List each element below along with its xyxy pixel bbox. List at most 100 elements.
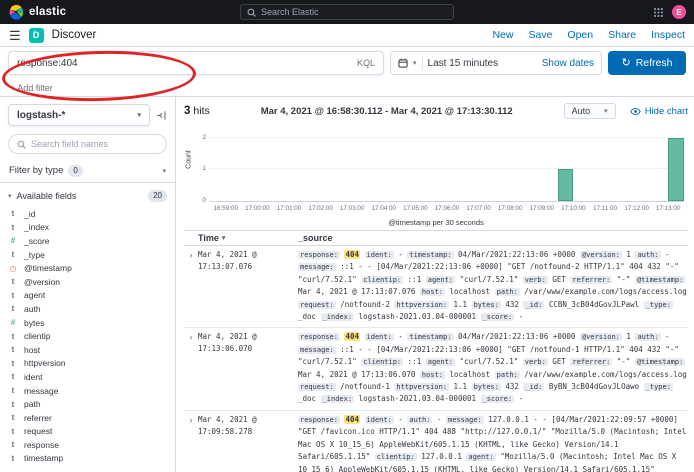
hits-count: 3	[184, 105, 190, 117]
field-item-auth[interactable]: tauth	[8, 302, 167, 316]
field-item-clientip[interactable]: tclientip	[8, 329, 167, 343]
source-field-value: 432	[505, 382, 519, 391]
time-range-label[interactable]: Last 15 minutes	[428, 58, 499, 69]
field-item-_id[interactable]: t_id	[8, 207, 167, 221]
date-picker[interactable]: ▾ Last 15 minutes Show dates	[390, 51, 602, 75]
nav-action-share[interactable]: Share	[608, 29, 636, 41]
refresh-button[interactable]: ↻ Refresh	[608, 51, 686, 75]
apps-grid-icon[interactable]	[653, 7, 664, 18]
field-item-agent[interactable]: tagent	[8, 289, 167, 303]
histogram-bar[interactable]	[668, 138, 684, 201]
field-type-icon: #	[8, 318, 18, 327]
source-field-value: /var/www/example.com/logs/access.log	[524, 370, 687, 379]
x-tick-label: 17:12:00	[624, 205, 649, 212]
source-field-value: 1.1	[454, 300, 468, 309]
x-tick-label: 17:04:00	[372, 205, 397, 212]
nav-action-new[interactable]: New	[492, 29, 513, 41]
source-field-key: _index:	[321, 313, 355, 321]
sort-arrow-icon[interactable]: ▾	[222, 234, 226, 242]
nav-action-inspect[interactable]: Inspect	[651, 29, 685, 41]
source-field-value: -	[398, 415, 403, 424]
gridline	[210, 168, 684, 169]
source-field-value: -	[398, 332, 403, 341]
source-field-key: message:	[446, 416, 484, 424]
add-filter-button[interactable]: + Add filter	[10, 83, 53, 93]
available-fields-header[interactable]: ▾ Available fields 20	[8, 190, 167, 202]
source-field-key: auth:	[407, 416, 432, 424]
source-column-header: _source	[298, 233, 333, 243]
source-field-key: verb:	[523, 358, 548, 366]
field-item-_score[interactable]: # _score	[8, 234, 167, 248]
expand-row-icon[interactable]: ›	[184, 331, 198, 405]
global-search-input[interactable]	[261, 7, 447, 17]
source-field-key: ident:	[365, 416, 394, 424]
field-item-bytes[interactable]: # bytes	[8, 316, 167, 330]
source-field-value: /notfound-2	[340, 300, 390, 309]
source-field-key: agent:	[426, 276, 455, 284]
collapse-sidebar-icon[interactable]	[156, 110, 167, 121]
time-column-header[interactable]: Time ▾	[184, 233, 298, 243]
hamburger-menu-icon[interactable]: ☰	[9, 29, 21, 42]
user-avatar[interactable]: E	[672, 5, 686, 19]
source-field-key: message:	[298, 346, 336, 354]
field-item-path[interactable]: tpath	[8, 397, 167, 411]
field-name: bytes	[24, 318, 44, 328]
x-tick-label: 17:08:00	[498, 205, 523, 212]
field-search-input[interactable]	[31, 139, 158, 149]
hide-chart-button[interactable]: Hide chart	[630, 106, 688, 117]
show-dates-button[interactable]: Show dates	[542, 58, 594, 69]
source-field-key: _id:	[523, 301, 544, 309]
y-tick-label: 1	[202, 165, 206, 172]
field-item-request[interactable]: trequest	[8, 425, 167, 439]
interval-select[interactable]: Auto ▾	[564, 103, 616, 119]
calendar-icon[interactable]	[398, 58, 408, 68]
time-column-label: Time	[198, 233, 219, 243]
source-field-value: 432	[505, 300, 519, 309]
field-item-message[interactable]: tmessage	[8, 384, 167, 398]
field-item-timestamp[interactable]: ttimestamp	[8, 452, 167, 466]
field-item-referrer[interactable]: treferrer	[8, 411, 167, 425]
index-pattern-select[interactable]: logstash-* ▾	[8, 104, 150, 126]
source-field-key: agent:	[426, 358, 455, 366]
filter-by-type[interactable]: Filter by type 0 ▾	[0, 159, 175, 183]
field-item-@version[interactable]: t@version	[8, 275, 167, 289]
nav-action-save[interactable]: Save	[528, 29, 552, 41]
field-item-httpversion[interactable]: thttpversion	[8, 357, 167, 371]
elastic-logo-icon[interactable]	[8, 4, 24, 20]
field-item-_type[interactable]: t_type	[8, 248, 167, 262]
nav-action-open[interactable]: Open	[567, 29, 593, 41]
field-item-host[interactable]: thost	[8, 343, 167, 357]
magnifier-icon	[17, 140, 26, 149]
discover-app-icon: D	[29, 28, 44, 43]
source-field-value: "-"	[617, 357, 631, 366]
field-type-icon: ◷	[8, 264, 18, 273]
field-name: _score	[24, 236, 50, 246]
source-field-key: @timestamp:	[635, 358, 685, 366]
query-input[interactable]	[17, 58, 351, 69]
field-name: path	[24, 399, 41, 409]
field-item-_index[interactable]: t_index	[8, 221, 167, 235]
field-item-ident[interactable]: tident	[8, 370, 167, 384]
field-item-response[interactable]: tresponse	[8, 438, 167, 452]
source-field-value: ByBN_3cB04dGovJLOawo	[549, 382, 639, 391]
query-input-box[interactable]: KQL	[8, 51, 384, 75]
nav-actions: New Save Open Share Inspect	[492, 29, 685, 41]
source-field-key: clientip:	[361, 276, 403, 284]
expand-row-icon[interactable]: ›	[184, 249, 198, 323]
eye-icon	[630, 106, 641, 117]
global-search[interactable]	[240, 4, 454, 20]
source-field-key: @version:	[580, 333, 622, 341]
source-field-key: clientip:	[375, 453, 417, 461]
histogram-bar[interactable]	[558, 169, 574, 201]
x-tick-label: 17:02:00	[308, 205, 333, 212]
field-type-icon: #	[8, 236, 18, 245]
field-search[interactable]	[8, 134, 167, 154]
kql-badge[interactable]: KQL	[357, 58, 375, 68]
table-row: ›Mar 4, 2021 @ 17:13:07.076response: 404…	[184, 246, 688, 328]
source-field-key: host:	[420, 371, 445, 379]
expand-row-icon[interactable]: ›	[184, 414, 198, 472]
field-type-icon: t	[8, 359, 18, 368]
x-axis-label: @timestamp per 30 seconds	[184, 218, 688, 227]
gridline	[210, 137, 684, 138]
field-item-@timestamp[interactable]: ◷@timestamp	[8, 261, 167, 275]
